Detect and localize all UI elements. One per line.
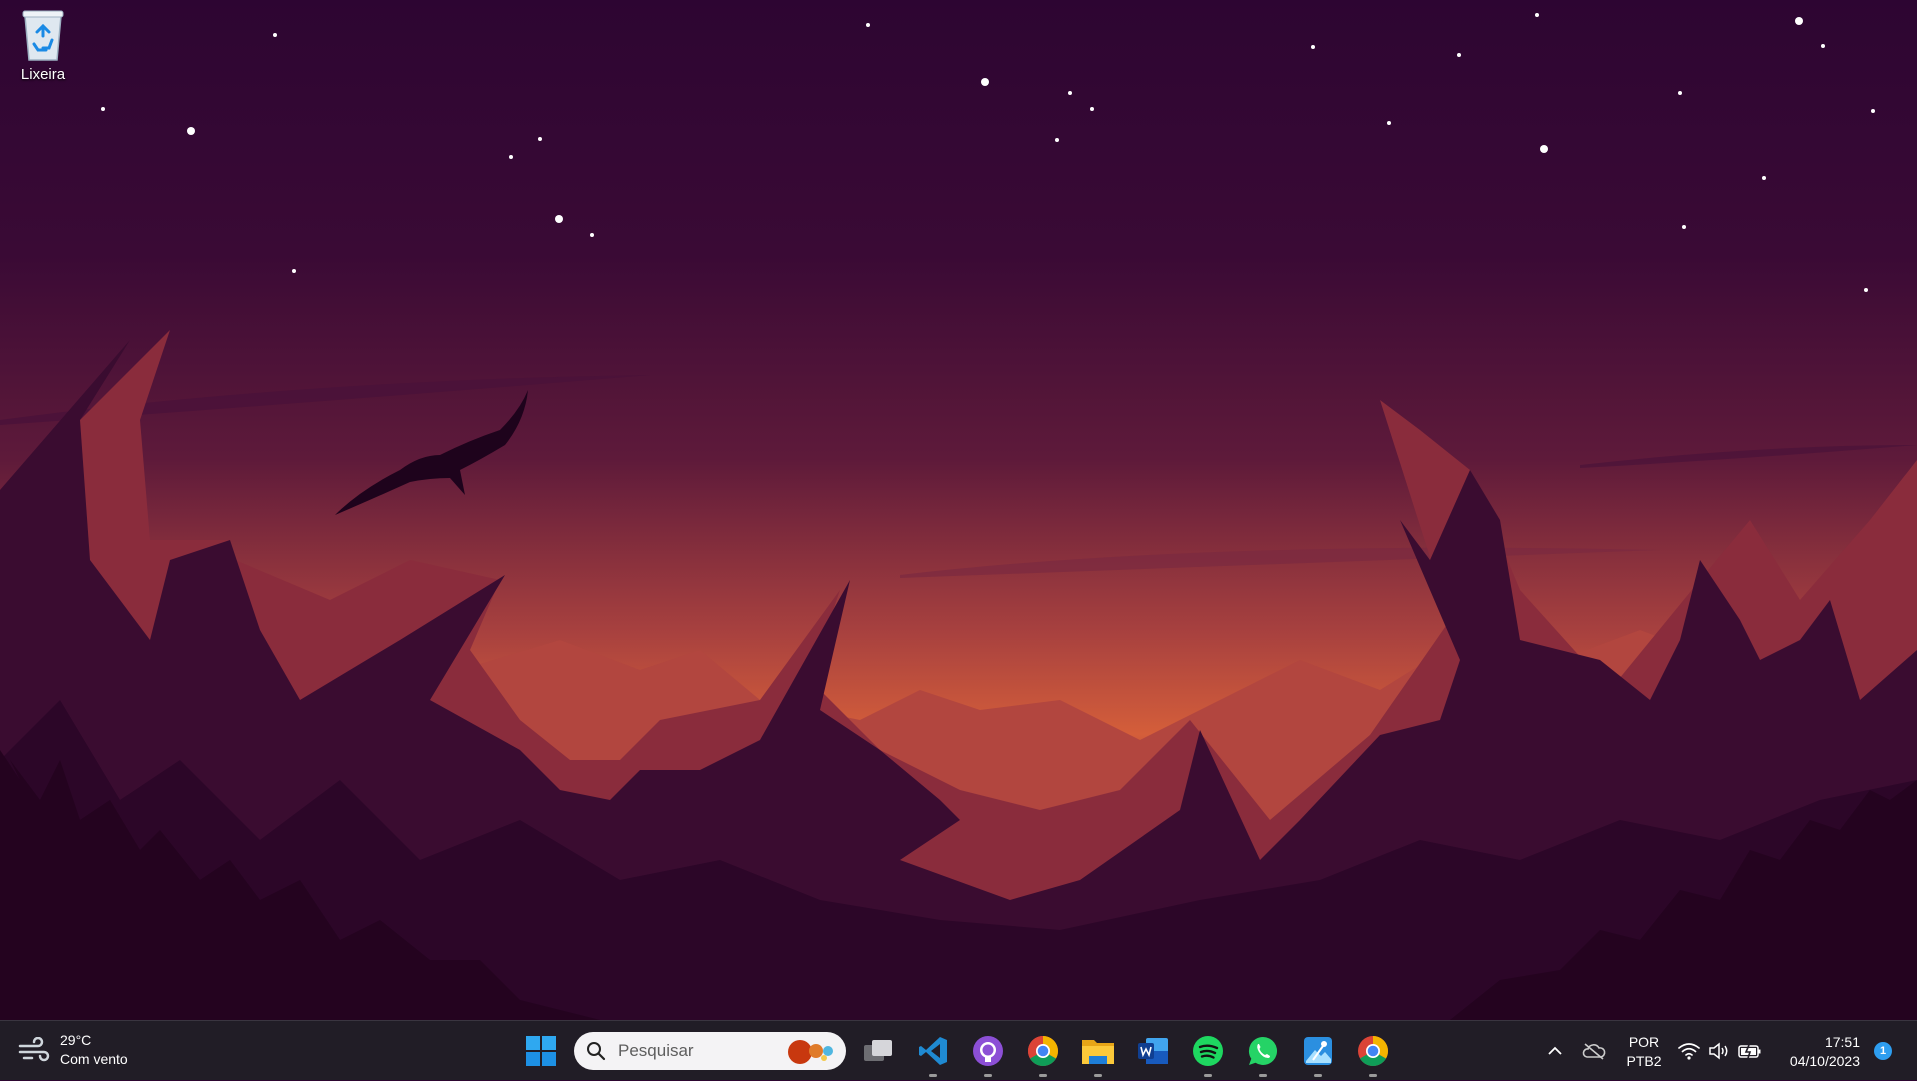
taskbar-app-whatsapp[interactable] [1243,1031,1283,1077]
chrome-icon [1358,1036,1389,1067]
start-button[interactable] [521,1031,561,1071]
quick-settings[interactable] [1678,1021,1762,1081]
taskbar-app-chrome[interactable] [1023,1031,1063,1077]
search-box[interactable]: Pesquisar [574,1032,846,1070]
running-indicator [1039,1074,1047,1077]
task-view-icon [864,1040,892,1061]
running-indicator [1259,1074,1267,1077]
search-placeholder: Pesquisar [618,1041,694,1060]
taskbar-app-vscode[interactable] [913,1031,953,1077]
weather-widget[interactable]: 29°C Com vento [18,1031,128,1069]
desktop-icon-recycle-bin[interactable]: Lixeira [10,6,76,83]
taskbar-app-word[interactable] [1133,1031,1173,1071]
taskbar-app-github-desktop[interactable] [968,1031,1008,1077]
clock-date: 04/10/2023 [1789,1053,1860,1069]
running-indicator [1204,1074,1212,1077]
whatsapp-icon [1248,1036,1278,1065]
word-icon [1138,1038,1168,1064]
running-indicator [1094,1074,1102,1077]
weather-temperature: 29°C [60,1032,92,1048]
onedrive-offline-icon [1582,1043,1606,1060]
recycle-bin-icon [22,10,64,61]
clock-time: 17:51 [1824,1034,1860,1050]
wind-icon [18,1037,50,1062]
taskbar-app-photos[interactable] [1298,1031,1338,1077]
notification-badge[interactable]: 1 [1874,1042,1892,1060]
taskbar: 29°C Com vento Pesquisar POR PTB2 17:51 … [0,1020,1917,1080]
task-view-button[interactable] [858,1031,898,1071]
weather-condition: Com vento [60,1051,128,1067]
search-highlight-icon [788,1040,833,1064]
running-indicator [1369,1074,1377,1077]
taskbar-app-chrome-2[interactable] [1353,1031,1393,1077]
running-indicator [984,1074,992,1077]
chevron-up-icon [1548,1046,1562,1055]
keyboard-layout: PTB2 [1626,1053,1662,1069]
clock[interactable]: 17:51 04/10/2023 [1770,1033,1860,1071]
wifi-icon [1678,1043,1700,1060]
github-icon [973,1036,1003,1066]
taskbar-app-file-explorer[interactable] [1078,1031,1118,1077]
folder-icon [1082,1040,1114,1064]
spotify-icon [1193,1036,1223,1066]
windows-start-icon [526,1036,556,1066]
language-indicator[interactable]: POR PTB2 [1620,1033,1668,1071]
battery-charging-icon [1738,1044,1761,1059]
running-indicator [1314,1074,1322,1077]
running-indicator [929,1074,937,1077]
search-icon [587,1042,606,1061]
desktop-wallpaper [0,0,1917,1020]
onedrive-button[interactable] [1574,1031,1614,1071]
photos-icon [1304,1037,1332,1065]
desktop-icon-label: Lixeira [20,66,66,83]
vscode-icon [919,1037,947,1065]
language-code: POR [1628,1034,1660,1050]
volume-icon [1709,1042,1728,1060]
taskbar-app-spotify[interactable] [1188,1031,1228,1077]
chrome-icon [1027,1036,1059,1067]
show-hidden-icons-button[interactable] [1535,1031,1575,1071]
